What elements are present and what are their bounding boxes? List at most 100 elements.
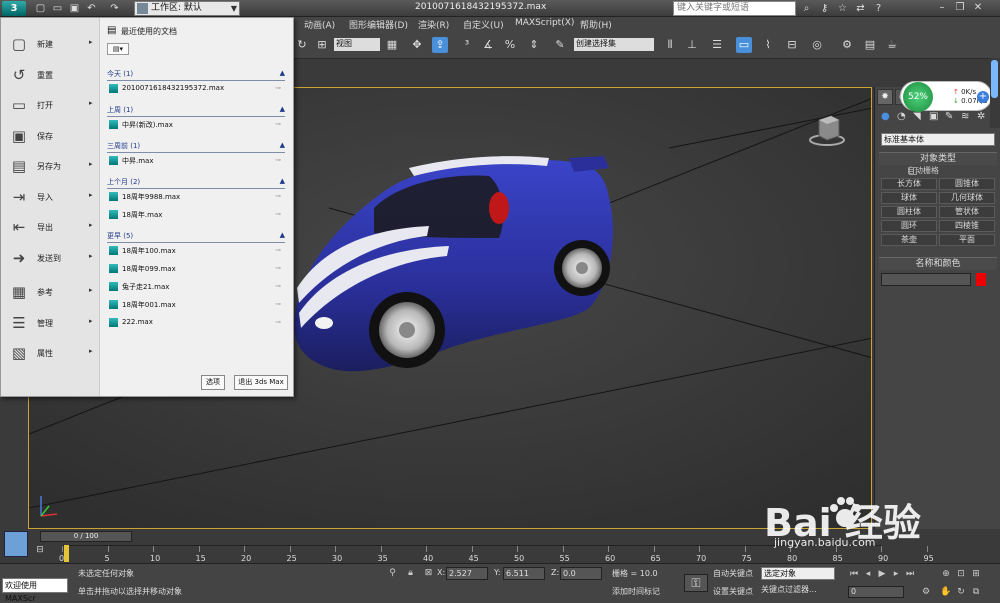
menu-reference[interactable]: ▦ 参考 ▸ <box>1 277 100 307</box>
scale-icon[interactable]: ⊞ <box>314 37 330 53</box>
menu-save[interactable]: ▣ 保存 <box>1 121 100 151</box>
auto-key-button[interactable]: 自动关键点 <box>713 568 753 579</box>
create-tab-icon[interactable]: ✸ <box>877 89 893 105</box>
plus-icon[interactable]: + <box>977 91 989 103</box>
curve-editor-icon[interactable]: ⌇ <box>760 37 776 53</box>
menu-rendering[interactable]: 渲染(R) <box>418 18 449 31</box>
pin-icon[interactable]: ⊸ <box>275 246 281 254</box>
pin-icon[interactable]: ⊸ <box>275 120 281 128</box>
zoom-extents-icon[interactable]: ⊡ <box>955 568 967 580</box>
key-icon[interactable]: ⚷ <box>818 2 831 15</box>
geosphere-button[interactable]: 几何球体 <box>939 192 995 204</box>
pin-icon[interactable]: ⊸ <box>275 300 281 308</box>
menu-send-to[interactable]: ➜ 发送到 ▸ <box>1 243 100 273</box>
maxscript-listener[interactable]: 欢迎使用 MAXScr <box>2 578 68 603</box>
pan-icon[interactable]: ✋ <box>940 586 952 598</box>
pin-icon[interactable]: ⊸ <box>275 84 281 92</box>
pin-icon[interactable]: ⚲ <box>387 568 398 579</box>
z-coordinate-field[interactable]: 0.0 <box>560 567 602 580</box>
pin-icon[interactable]: ⊸ <box>275 318 281 326</box>
spacewarps-icon[interactable]: ≋ <box>961 111 969 122</box>
move-gizmo-icon[interactable]: ✥ <box>409 37 425 53</box>
menu-import[interactable]: ⇥ 导入 ▸ <box>1 182 100 212</box>
prev-frame-icon[interactable]: ◂ <box>862 568 874 580</box>
next-frame-icon[interactable]: ▸ <box>890 568 902 580</box>
goto-start-icon[interactable]: ⏮ <box>848 568 860 580</box>
torus-button[interactable]: 圆环 <box>881 220 937 232</box>
render-setup-icon[interactable]: ⚙ <box>839 37 855 53</box>
recent-file[interactable]: 中昇.max ⊸ <box>109 154 281 168</box>
recent-file[interactable]: 18周年001.max ⊸ <box>109 298 281 312</box>
current-frame-marker[interactable] <box>64 545 69 562</box>
save-icon[interactable]: ▣ <box>68 2 81 15</box>
material-editor-icon[interactable]: ◎ <box>809 37 825 53</box>
angle-snap-icon[interactable]: ∡ <box>480 37 496 53</box>
key-filters-button[interactable]: 关键点过滤器... <box>761 584 817 595</box>
group-three-weeks[interactable]: 三周前 (1) ▲ <box>107 141 285 153</box>
binoculars-icon[interactable]: ⌕ <box>800 2 813 15</box>
view-mode-dropdown[interactable]: ▤▾ <box>107 43 129 55</box>
minimize-button[interactable]: – <box>934 1 950 15</box>
group-today[interactable]: 今天 (1) ▲ <box>107 69 285 81</box>
recent-file[interactable]: 2010071618432195372.max ⊸ <box>109 82 281 96</box>
menu-reset[interactable]: ↺ 重置 <box>1 60 100 90</box>
menu-open[interactable]: ▭ 打开 ▸ <box>1 90 100 120</box>
mirror-icon[interactable]: ⫴ <box>662 37 678 53</box>
lock-icon[interactable]: 🔒︎ <box>405 568 416 579</box>
absolute-mode-icon[interactable]: ⊠ <box>423 568 434 579</box>
scrollbar-thumb[interactable] <box>991 60 998 98</box>
edit-named-selection-icon[interactable]: ✎ <box>552 37 568 53</box>
recent-file[interactable]: 18周年.max ⊸ <box>109 208 281 222</box>
maximize-viewport-icon[interactable]: ⧉ <box>970 586 982 598</box>
star-icon[interactable]: ☆ <box>836 2 849 15</box>
set-key-button[interactable]: 设置关键点 <box>713 586 753 597</box>
object-type-header[interactable]: 对象类型 <box>879 153 997 165</box>
workspace-dropdown[interactable]: 工作区: 默认 ▼ <box>134 1 240 16</box>
recent-file[interactable]: 兔子走21.max ⊸ <box>109 280 281 294</box>
maximize-button[interactable]: ❐ <box>952 1 968 15</box>
cylinder-button[interactable]: 圆柱体 <box>881 206 937 218</box>
autogrid-checkbox[interactable]: 自动栅格 <box>879 165 997 177</box>
shapes-icon[interactable]: ◔ <box>897 111 906 122</box>
align-icon[interactable]: ⊥ <box>684 37 700 53</box>
menu-properties[interactable]: ▧ 属性 ▸ <box>1 338 100 368</box>
render-teapot-icon[interactable]: ☕ <box>884 37 900 53</box>
orbit-icon[interactable]: ↻ <box>955 586 967 598</box>
app-logo-button[interactable]: 3 <box>2 1 26 16</box>
menu-graph-editors[interactable]: 图形编辑器(D) <box>349 18 408 31</box>
viewport-layout-button[interactable] <box>4 531 28 557</box>
primitive-category-dropdown[interactable]: 标准基本体 <box>881 133 995 146</box>
percent-snap-icon[interactable]: % <box>502 37 518 53</box>
undo-icon[interactable]: ↶ <box>85 2 98 15</box>
y-coordinate-field[interactable]: 6.511 <box>503 567 545 580</box>
layer-manager-icon[interactable]: ☰ <box>709 37 725 53</box>
group-older[interactable]: 更早 (5) ▲ <box>107 231 285 243</box>
pin-icon[interactable]: ⊸ <box>275 156 281 164</box>
exchange-icon[interactable]: ⇄ <box>854 2 867 15</box>
object-color-swatch[interactable] <box>975 273 986 286</box>
pyramid-button[interactable]: 四棱锥 <box>939 220 995 232</box>
group-last-month[interactable]: 上个月 (2) ▲ <box>107 177 285 189</box>
set-key-icon[interactable]: ⚿ <box>684 574 708 592</box>
reference-coordinate-dropdown[interactable]: 视图 <box>334 38 380 51</box>
mini-curve-editor-icon[interactable]: ⊟ <box>32 545 48 559</box>
menu-customize[interactable]: 自定义(U) <box>463 18 504 31</box>
tube-button[interactable]: 管状体 <box>939 206 995 218</box>
help-icon[interactable]: ? <box>872 2 885 15</box>
systems-icon[interactable]: ✲ <box>977 111 985 122</box>
named-selection-dropdown[interactable]: 创建选择集 <box>574 38 654 51</box>
cameras-icon[interactable]: ▣ <box>929 111 938 122</box>
pivot-icon[interactable]: ▦ <box>384 37 400 53</box>
redo-icon[interactable]: ↷ <box>108 2 121 15</box>
menu-save-as[interactable]: ▤ 另存为 ▸ <box>1 151 100 181</box>
menu-animation[interactable]: 动画(A) <box>304 18 335 31</box>
cone-button[interactable]: 圆锥体 <box>939 178 995 190</box>
play-icon[interactable]: ▶ <box>876 568 888 580</box>
selection-dropdown[interactable]: 选定对象 <box>761 567 835 580</box>
add-time-tag[interactable]: 添加时间标记 <box>612 586 660 597</box>
snap-3d-icon[interactable]: ³ <box>459 37 475 53</box>
time-config-icon[interactable]: ⚙ <box>920 586 932 598</box>
checkbox-box[interactable] <box>909 167 917 175</box>
menu-maxscript[interactable]: MAXScript(X) <box>515 18 574 28</box>
options-button[interactable]: 选项 <box>201 375 225 390</box>
